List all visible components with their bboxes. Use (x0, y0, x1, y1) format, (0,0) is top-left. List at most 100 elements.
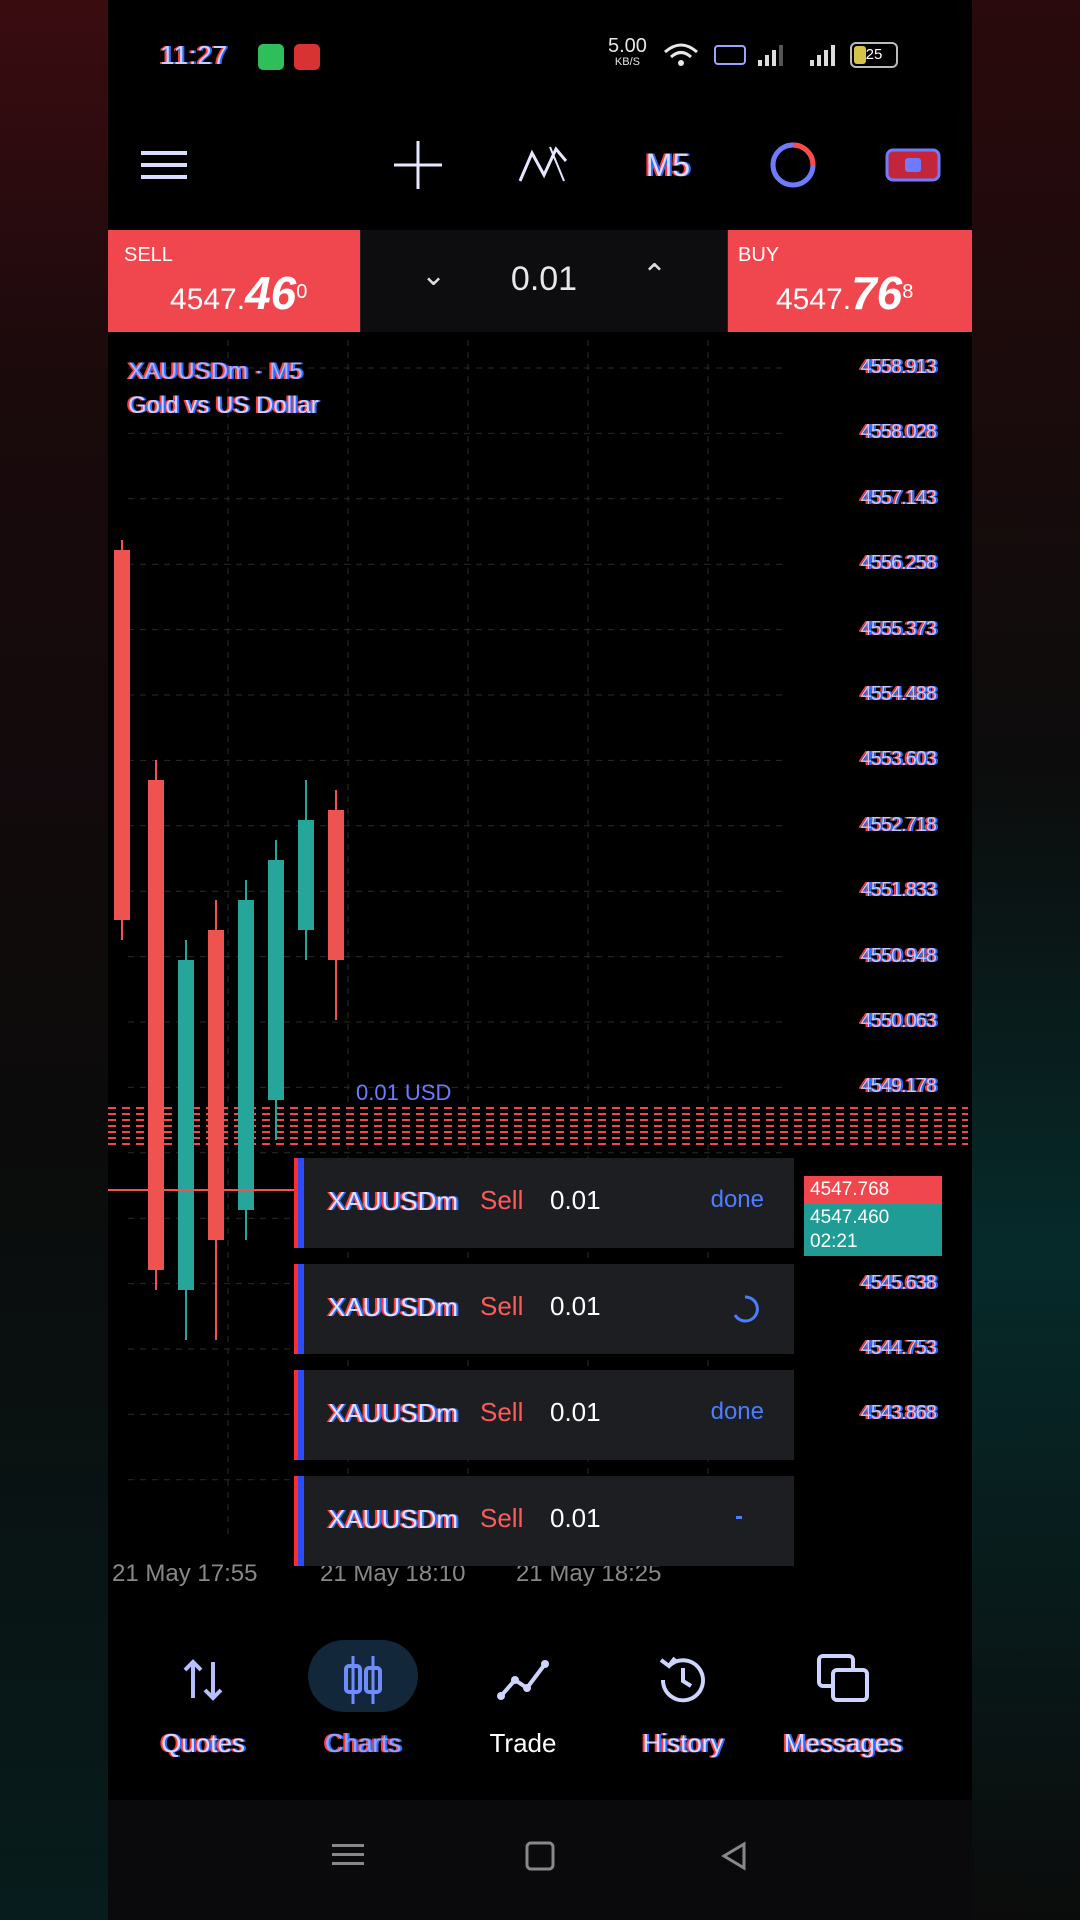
battery-icon: 25 (850, 42, 898, 68)
timeframe-label: M5 (645, 146, 691, 183)
status-time: 11:27 (160, 40, 229, 70)
volume-increase-button[interactable]: ⌃ (642, 258, 667, 293)
candle-timer: 02:21 (810, 1231, 858, 1252)
trade-icon (497, 1660, 549, 1700)
price-axis-label: 4543.868 (860, 1402, 937, 1425)
clock-icon (770, 142, 816, 188)
nav-history-label: History (642, 1728, 724, 1758)
buy-price-big: 76 (851, 267, 903, 319)
order-volume: 0.01 (550, 1503, 601, 1533)
sell-label: SELL (124, 244, 173, 266)
sell-price-big: 46 (245, 267, 297, 319)
nav-messages-label: Messages (783, 1728, 903, 1758)
price-axis-label: 4558.028 (860, 421, 937, 444)
bid-price-tag: 4547.768 (804, 1176, 942, 1204)
price-axis-label: 4557.143 (860, 486, 937, 509)
trade-toggle-button[interactable] (878, 130, 948, 200)
sell-price: 4547.460 (170, 266, 307, 320)
chart-symbol-description: Gold vs US Dollar (128, 392, 319, 419)
nav-trade[interactable]: Trade (448, 1640, 598, 1770)
chart-toolbar: M5 (108, 130, 972, 200)
candle-body (268, 860, 284, 1100)
nav-history[interactable]: History (608, 1640, 758, 1770)
order-notification[interactable]: XAUUSDm Sell 0.01 done (298, 1158, 794, 1248)
price-axis-label: 4549.178 (860, 1075, 937, 1098)
buy-price: 4547.768 (776, 266, 913, 320)
wifi-icon (664, 43, 698, 66)
nav-messages[interactable]: Messages (768, 1640, 918, 1770)
order-notification[interactable]: XAUUSDm Sell 0.01 (298, 1264, 794, 1354)
candle-body (328, 810, 344, 960)
nav-charts[interactable]: Charts (288, 1640, 438, 1770)
price-axis-label: 4545.638 (860, 1271, 937, 1294)
order-notification[interactable]: XAUUSDm Sell 0.01 (298, 1476, 794, 1566)
square-icon[interactable] (524, 1840, 556, 1872)
order-status: done (710, 1186, 764, 1213)
status-bar: 11:27 5.00 KB/S 25 (108, 30, 972, 80)
price-axis-label: 4558.913 (860, 356, 937, 378)
hamburger-icon (141, 151, 187, 179)
candle-body (114, 550, 130, 920)
order-symbol: XAUUSDm (328, 1504, 459, 1534)
price-axis-label: 4551.833 (860, 879, 937, 902)
indicator-icon (518, 146, 568, 182)
indicators-button[interactable] (508, 130, 578, 200)
history-icon (659, 1656, 705, 1703)
back-triangle-icon[interactable] (718, 1840, 750, 1872)
nav-charts-label: Charts (324, 1728, 402, 1758)
nav-trade-label: Trade (489, 1728, 557, 1758)
nav-quotes-label: Quotes (161, 1728, 245, 1758)
candle-body (208, 930, 224, 1240)
ask-price-tag: 4547.460 02:21 (804, 1204, 942, 1256)
price-axis-label: 4552.718 (860, 813, 937, 836)
background-right-blur (972, 0, 1080, 1920)
order-side: Sell (480, 1397, 524, 1427)
background-left-blur (0, 0, 108, 1920)
one-click-trading-bar: SELL 4547.460 ⌄ 0.01 ⌃ BUY 4547.768 (108, 230, 972, 332)
price-axis-label: 4554.488 (860, 683, 937, 705)
volume-control: ⌄ 0.01 ⌃ (360, 230, 728, 332)
system-navigation-bar (108, 1800, 972, 1920)
order-volume: 0.01 (550, 1397, 601, 1427)
price-axis-label: 4544.753 (860, 1337, 937, 1359)
menu-icon[interactable] (330, 1840, 366, 1870)
app-notification-icon (294, 44, 320, 70)
order-symbol: XAUUSDm (328, 1292, 459, 1322)
loading-dot-icon (736, 1516, 742, 1519)
buy-price-main: 4547. (776, 283, 852, 316)
order-symbol: XAUUSDm (328, 1186, 459, 1216)
candle-body (238, 900, 254, 1210)
price-chart[interactable]: XAUUSDm · M5 Gold vs US Dollar 4558.913 4… (108, 340, 972, 1587)
volume-value[interactable]: 0.01 (361, 260, 727, 299)
order-volume: 0.01 (550, 1185, 601, 1215)
candle-body (298, 820, 314, 930)
signal-icon-1 (758, 45, 783, 66)
loading-spinner-icon (733, 1295, 759, 1323)
nav-quotes[interactable]: Quotes (128, 1640, 278, 1770)
order-symbol: XAUUSDm (328, 1398, 459, 1428)
clock-button[interactable] (758, 130, 828, 200)
volte-icon (714, 45, 746, 65)
order-side: Sell (480, 1503, 524, 1533)
order-side: Sell (480, 1291, 524, 1321)
charts-icon (344, 1656, 382, 1704)
phone-screen: 11:27 5.00 KB/S 25 M5 SELL 4547.460 ⌄ 0.… (108, 0, 972, 1920)
price-axis-label: 4556.258 (860, 552, 937, 575)
order-line-tag: 0.01 USD (356, 1080, 452, 1105)
messages-icon (817, 1654, 869, 1702)
ask-price-tag-value: 4547.460 (810, 1207, 890, 1228)
price-axis-label: 4555.373 (860, 617, 937, 640)
menu-button[interactable] (134, 130, 194, 200)
crosshair-button[interactable] (388, 130, 448, 200)
signal-icon-2 (810, 45, 835, 66)
order-notification[interactable]: XAUUSDm Sell 0.01 done (298, 1370, 794, 1460)
toggle-icon (885, 148, 941, 182)
battery-level: 25 (865, 46, 883, 63)
bottom-navigation: Quotes Charts Trade History Messages (108, 1640, 972, 1770)
timeframe-button[interactable]: M5 (628, 130, 708, 200)
buy-button[interactable]: BUY 4547.768 (728, 230, 972, 332)
sell-button[interactable]: SELL 4547.460 (108, 230, 360, 332)
network-speed: 5.00 KB/S (608, 36, 647, 70)
price-axis-label: 4550.063 (860, 1010, 937, 1032)
bid-price-tag-value: 4547.768 (810, 1179, 890, 1200)
